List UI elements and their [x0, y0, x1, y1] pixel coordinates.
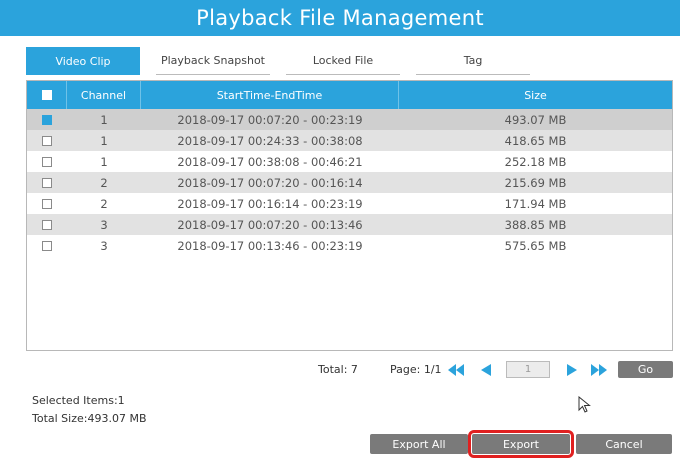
dialog-title: Playback File Management	[196, 6, 484, 30]
table-row[interactable]: 2 2018-09-17 00:07:20 - 00:16:14 215.69 MB	[27, 172, 672, 193]
mouse-cursor-icon	[578, 396, 591, 413]
dialog-title-bar: Playback File Management	[0, 0, 680, 36]
size-cell: 493.07 MB	[504, 112, 567, 127]
row-checkbox[interactable]	[42, 219, 52, 230]
channel-cell: 1	[100, 154, 108, 169]
tab-playback-snapshot[interactable]: Playback Snapshot	[156, 47, 270, 75]
tab-video-clip[interactable]: Video Clip	[26, 47, 140, 75]
row-checkbox[interactable]	[42, 177, 52, 188]
time-range-cell: 2018-09-17 00:38:08 - 00:46:21	[177, 154, 363, 169]
time-range-cell: 2018-09-17 00:13:46 - 00:23:19	[177, 238, 363, 253]
header-size: Size	[399, 81, 672, 109]
header-channel: Channel	[67, 81, 141, 109]
selected-items-count: Selected Items:1	[32, 394, 125, 407]
size-cell: 171.94 MB	[504, 196, 567, 211]
next-page-icon[interactable]	[563, 362, 581, 378]
table-row[interactable]: 2 2018-09-17 00:16:14 - 00:23:19 171.94 MB	[27, 193, 672, 214]
tab-locked-file[interactable]: Locked File	[286, 47, 400, 75]
file-table: Channel StartTime-EndTime Size 1 2018-09-…	[26, 80, 673, 351]
select-all-checkbox[interactable]	[41, 90, 52, 100]
row-checkbox-cell[interactable]	[27, 214, 67, 235]
row-checkbox[interactable]	[42, 135, 52, 146]
time-range-cell: 2018-09-17 00:24:33 - 00:38:08	[177, 133, 363, 148]
row-checkbox-cell[interactable]	[27, 130, 67, 151]
row-checkbox[interactable]	[42, 198, 52, 209]
channel-cell: 1	[100, 112, 108, 127]
table-row[interactable]: 3 2018-09-17 00:13:46 - 00:23:19 575.65 MB	[27, 235, 672, 256]
row-checkbox[interactable]	[42, 156, 52, 167]
time-range-cell: 2018-09-17 00:07:20 - 00:23:19	[177, 112, 363, 127]
cancel-button[interactable]: Cancel	[576, 434, 672, 454]
channel-cell: 3	[100, 238, 108, 253]
row-checkbox-cell[interactable]	[27, 193, 67, 214]
pagination-bar: Total: 7 Page: 1/1 1 Go	[0, 360, 680, 380]
time-range-cell: 2018-09-17 00:07:20 - 00:13:46	[177, 217, 363, 232]
row-checkbox-cell[interactable]	[27, 172, 67, 193]
table-row[interactable]: 1 2018-09-17 00:38:08 - 00:46:21 252.18 MB	[27, 151, 672, 172]
table-row[interactable]: 1 2018-09-17 00:07:20 - 00:23:19 493.07 MB	[27, 109, 672, 130]
row-checkbox[interactable]	[42, 240, 52, 251]
row-checkbox-cell[interactable]	[27, 235, 67, 256]
size-cell: 252.18 MB	[504, 154, 567, 169]
go-button[interactable]: Go	[618, 361, 673, 378]
header-time: StartTime-EndTime	[141, 81, 399, 109]
tab-label: Video Clip	[55, 54, 111, 68]
table-row[interactable]: 1 2018-09-17 00:24:33 - 00:38:08 418.65 MB	[27, 130, 672, 151]
time-range-cell: 2018-09-17 00:07:20 - 00:16:14	[177, 175, 363, 190]
row-checkbox[interactable]	[42, 114, 52, 125]
table-header: Channel StartTime-EndTime Size	[27, 81, 672, 109]
size-cell: 388.85 MB	[504, 217, 567, 232]
tab-label: Playback Snapshot	[160, 54, 265, 67]
row-checkbox-cell[interactable]	[27, 109, 67, 130]
export-button[interactable]: Export	[468, 430, 574, 458]
size-cell: 575.65 MB	[504, 238, 567, 253]
column-label: Size	[524, 88, 547, 102]
page-indicator: Page: 1/1	[390, 363, 442, 376]
size-cell: 215.69 MB	[504, 175, 567, 190]
last-page-icon[interactable]	[590, 362, 608, 378]
prev-page-icon[interactable]	[477, 362, 495, 378]
channel-cell: 2	[100, 196, 108, 211]
first-page-icon[interactable]	[447, 362, 465, 378]
column-label: Channel	[80, 88, 127, 102]
page-number-input[interactable]: 1	[506, 361, 550, 378]
total-size: Total Size:493.07 MB	[32, 412, 147, 425]
tab-tag[interactable]: Tag	[416, 47, 530, 75]
tab-label: Tag	[463, 54, 483, 67]
row-checkbox-cell[interactable]	[27, 151, 67, 172]
header-select-all[interactable]	[27, 81, 67, 109]
time-range-cell: 2018-09-17 00:16:14 - 00:23:19	[177, 196, 363, 211]
table-row[interactable]: 3 2018-09-17 00:07:20 - 00:13:46 388.85 MB	[27, 214, 672, 235]
total-count: Total: 7	[318, 363, 358, 376]
export-all-button[interactable]: Export All	[370, 434, 468, 454]
channel-cell: 2	[100, 175, 108, 190]
playback-file-management-dialog: Playback File Management Video Clip Play…	[0, 0, 680, 466]
size-cell: 418.65 MB	[504, 133, 567, 148]
column-label: StartTime-EndTime	[216, 88, 323, 102]
tab-label: Locked File	[312, 54, 374, 67]
channel-cell: 1	[100, 133, 108, 148]
channel-cell: 3	[100, 217, 108, 232]
